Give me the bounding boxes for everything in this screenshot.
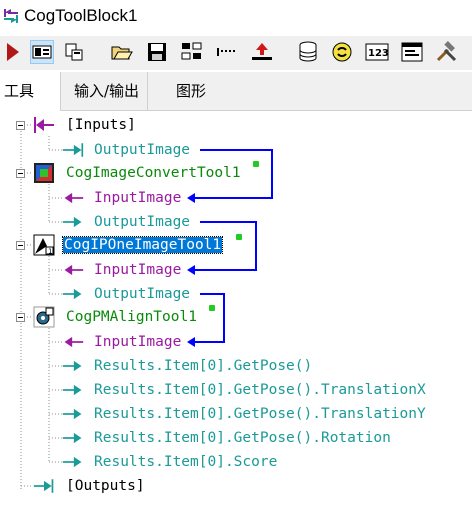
show-display-icon[interactable] — [30, 40, 54, 64]
svg-text:123: 123 — [368, 48, 389, 59]
tool-block-icon — [4, 9, 18, 23]
ip-one-image-tool-icon: 1 — [33, 234, 55, 256]
title-bar: CogToolBlock1 — [0, 0, 472, 36]
tools-icon[interactable] — [435, 40, 459, 64]
output-arrow-icon — [62, 143, 84, 157]
run-icon[interactable] — [1, 40, 25, 64]
tool-status-ok-icon — [253, 161, 259, 167]
output-arrow-icon — [62, 456, 82, 468]
numeric-123-icon[interactable]: 123 — [365, 40, 389, 64]
tool3-name[interactable]: CogPMAlignTool1 — [66, 306, 197, 328]
tool1-output-image[interactable]: OutputImage — [94, 211, 190, 233]
inputs-node[interactable]: [Inputs] — [66, 114, 136, 136]
tab-inputs-outputs[interactable]: 输入/输出 — [66, 72, 149, 110]
tool2-input-image[interactable]: InputImage — [94, 259, 181, 281]
show-edit-icon[interactable] — [62, 40, 86, 64]
refresh-icon[interactable] — [330, 40, 354, 64]
tool2-name-label: CogIPOneImageTool1 — [61, 236, 224, 254]
save-icon[interactable] — [145, 40, 169, 64]
outputs-node[interactable]: [Outputs] — [66, 475, 145, 497]
input-arrow-icon — [64, 192, 84, 204]
output-arrow-icon — [62, 432, 82, 444]
add-terminal-icon[interactable] — [250, 40, 274, 64]
output-arrow-icon — [62, 288, 82, 300]
tool3-result-score[interactable]: Results.Item[0].Score — [94, 451, 277, 473]
tool2-name[interactable]: CogIPOneImageTool1 — [61, 234, 224, 256]
tool3-input-image[interactable]: InputImage — [94, 331, 181, 353]
input-arrow-icon — [64, 336, 84, 348]
tool-tree: [Inputs] OutputImage CogImageConvertTool… — [0, 110, 472, 517]
copy-terminal-icon[interactable] — [180, 40, 204, 64]
tool2-output-image[interactable]: OutputImage — [94, 283, 190, 305]
image-convert-tool-icon — [34, 163, 54, 183]
database-icon[interactable] — [296, 40, 320, 64]
form-icon[interactable] — [400, 40, 424, 64]
inputs-terminal-icon — [34, 117, 54, 133]
tab-graphics[interactable]: 图形 — [168, 72, 214, 110]
tool-status-ok-icon — [209, 305, 215, 311]
svg-text:1: 1 — [48, 248, 52, 256]
collapse-tool1-icon[interactable] — [16, 169, 25, 178]
input-arrow-icon — [64, 264, 84, 276]
pm-align-tool-icon — [33, 306, 55, 328]
output-arrow-icon — [62, 216, 82, 228]
tool3-result-pose[interactable]: Results.Item[0].GetPose() — [94, 355, 312, 377]
window-title: CogToolBlock1 — [24, 6, 138, 25]
output-arrow-icon — [62, 408, 82, 420]
tool3-result-translation-y[interactable]: Results.Item[0].GetPose().TranslationY — [94, 403, 426, 425]
collapse-tool2-icon[interactable] — [16, 241, 25, 250]
tool1-input-image[interactable]: InputImage — [94, 187, 181, 209]
output-arrow-icon — [62, 384, 82, 396]
tab-tools[interactable]: 工具 — [0, 72, 61, 111]
toolbar: 123 — [0, 36, 472, 70]
tab-bar: 工具 输入/输出 图形 — [0, 72, 472, 111]
collapse-inputs-icon[interactable] — [16, 121, 25, 130]
tool3-result-rotation[interactable]: Results.Item[0].GetPose().Rotation — [94, 427, 391, 449]
open-folder-icon[interactable] — [110, 40, 134, 64]
tool-status-ok-icon — [236, 234, 242, 240]
dotted-line-icon[interactable] — [215, 40, 239, 64]
tool3-result-translation-x[interactable]: Results.Item[0].GetPose().TranslationX — [94, 379, 426, 401]
collapse-tool3-icon[interactable] — [16, 313, 25, 322]
tool1-name[interactable]: CogImageConvertTool1 — [66, 162, 241, 184]
output-arrow-icon — [62, 360, 82, 372]
outputs-terminal-icon — [33, 479, 54, 493]
inputs-output-image[interactable]: OutputImage — [94, 139, 190, 161]
